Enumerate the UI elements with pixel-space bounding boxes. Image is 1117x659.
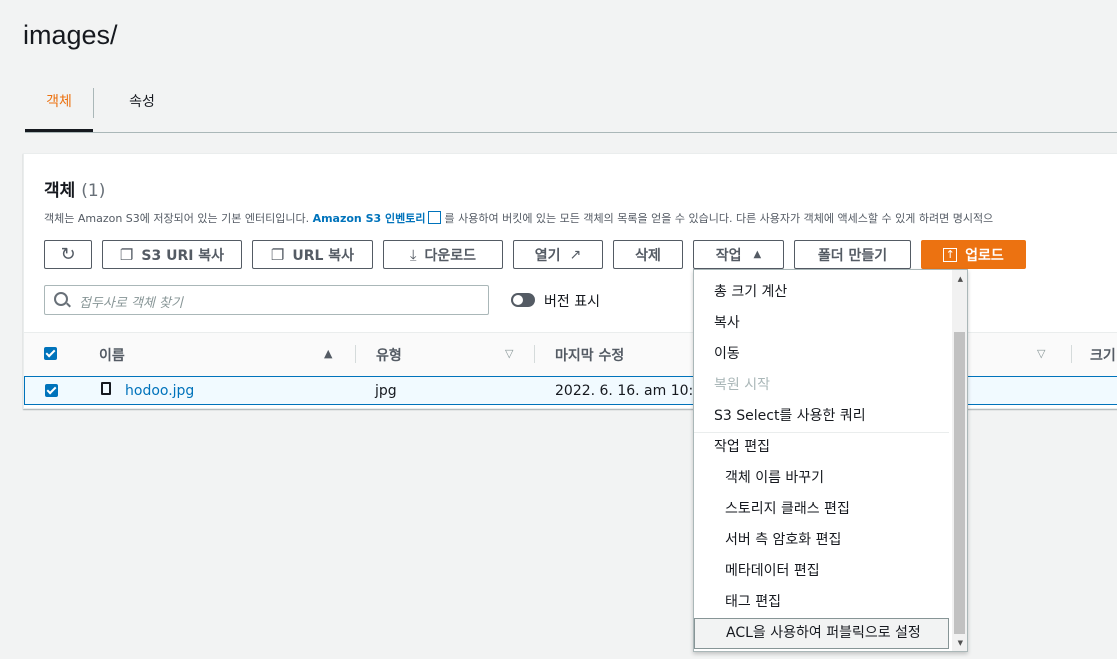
description-text-2: 를 사용하여 버킷에 있는 모든 객체의 목록을 얻을 수 있습니다. 다른 사… (444, 212, 994, 225)
column-header-size[interactable]: 크기 (1090, 345, 1116, 365)
sort-icon[interactable]: ▽ (505, 347, 513, 360)
object-type: jpg (375, 383, 397, 399)
menu-item-edit-storage-class[interactable]: 스토리지 클래스 편집 (694, 494, 949, 525)
object-last-modified: 2022. 6. 16. am 10:22 (555, 383, 712, 399)
copy-s3-uri-button[interactable]: ❐ S3 URI 복사 (102, 240, 242, 269)
download-label: 다운로드 (424, 247, 477, 264)
panel-title: 객체 (1) (44, 176, 105, 201)
scroll-down-icon[interactable]: ▼ (958, 639, 963, 647)
external-link-icon[interactable] (428, 211, 442, 224)
description-text: 객체는 Amazon S3에 저장되어 있는 기본 엔터티입니다. (44, 212, 310, 225)
menu-item-rename[interactable]: 객체 이름 바꾸기 (694, 463, 949, 494)
column-divider (534, 345, 535, 363)
download-icon: ⤓ (409, 245, 417, 264)
actions-button[interactable]: 작업 ▲ (693, 240, 784, 269)
menu-group-edit-actions: 작업 편집 (714, 439, 770, 455)
menu-item-move[interactable]: 이동 (694, 339, 949, 370)
tab-bar: 객체 속성 (25, 88, 1117, 133)
scrollbar-thumb[interactable] (954, 332, 965, 634)
scroll-up-icon[interactable]: ▲ (958, 275, 963, 283)
inventory-link[interactable]: Amazon S3 인벤토리 (313, 212, 426, 225)
search-placeholder: 접두사로 객체 찾기 (79, 296, 183, 311)
column-header-type[interactable]: 유형 (376, 345, 402, 365)
panel-title-text: 객체 (44, 181, 76, 201)
panel-description: 객체는 Amazon S3에 저장되어 있는 기본 엔터티입니다. Amazon… (44, 210, 993, 226)
menu-item-make-public-acl[interactable]: ACL을 사용하여 퍼블릭으로 설정 (694, 618, 949, 649)
copy-icon: ❐ (270, 245, 285, 264)
menu-item-edit-tags[interactable]: 태그 편집 (694, 587, 949, 618)
sort-icon[interactable]: ▽ (1037, 347, 1045, 360)
menu-item-edit-metadata[interactable]: 메타데이터 편집 (694, 556, 949, 587)
menu-item-calc-size[interactable]: 총 크기 계산 (694, 277, 949, 308)
copy-s3-uri-label: S3 URI 복사 (141, 247, 225, 264)
external-link-icon: ↗ (569, 246, 582, 263)
object-name-link[interactable]: hodoo.jpg (125, 383, 194, 399)
refresh-button[interactable]: ↻ (44, 240, 92, 269)
column-header-last-modified[interactable]: 마지막 수정 (555, 345, 624, 365)
upload-button[interactable]: ↑ 업로드 (921, 240, 1026, 269)
open-label: 열기 (534, 247, 561, 264)
delete-button[interactable]: 삭제 (613, 240, 683, 269)
create-folder-label: 폴더 만들기 (817, 247, 888, 264)
object-count: (1) (81, 181, 106, 201)
tab-divider (93, 88, 94, 118)
copy-url-button[interactable]: ❐ URL 복사 (252, 240, 373, 269)
menu-scrollbar[interactable]: ▲ ▼ (952, 270, 967, 651)
menu-item-edit-encryption[interactable]: 서버 측 암호화 편집 (694, 525, 949, 556)
actions-dropdown-menu: 총 크기 계산 복사 이동 복원 시작 S3 Select를 사용한 쿼리 작업… (693, 269, 968, 652)
caret-up-icon: ▲ (753, 249, 762, 260)
tab-properties[interactable]: 속성 (107, 88, 177, 130)
sort-asc-icon[interactable]: ▲ (324, 347, 332, 360)
upload-icon: ↑ (943, 247, 958, 262)
column-header-name[interactable]: 이름 (99, 345, 125, 365)
delete-label: 삭제 (635, 247, 661, 264)
tab-objects[interactable]: 객체 (25, 88, 93, 132)
copy-icon: ❐ (119, 245, 134, 264)
refresh-icon: ↻ (60, 244, 76, 265)
column-divider (355, 345, 356, 363)
open-button[interactable]: 열기 ↗ (513, 240, 603, 269)
show-versions-label: 버전 표시 (544, 294, 600, 310)
column-divider (1071, 345, 1072, 363)
show-versions-toggle[interactable] (511, 293, 535, 307)
actions-label: 작업 (715, 247, 742, 264)
row-checkbox[interactable] (45, 384, 58, 397)
search-icon (54, 292, 68, 306)
search-input[interactable]: 접두사로 객체 찾기 (44, 285, 489, 315)
upload-label: 업로드 (965, 247, 1004, 264)
download-button[interactable]: ⤓ 다운로드 (383, 240, 503, 269)
create-folder-button[interactable]: 폴더 만들기 (794, 240, 911, 269)
select-all-checkbox[interactable] (44, 347, 57, 360)
file-icon (101, 382, 111, 395)
menu-item-copy[interactable]: 복사 (694, 308, 949, 339)
page-title: images/ (23, 20, 118, 50)
copy-url-label: URL 복사 (292, 247, 355, 264)
menu-item-s3-select-query[interactable]: S3 Select를 사용한 쿼리 (694, 401, 949, 432)
menu-item-initiate-restore: 복원 시작 (714, 377, 770, 393)
